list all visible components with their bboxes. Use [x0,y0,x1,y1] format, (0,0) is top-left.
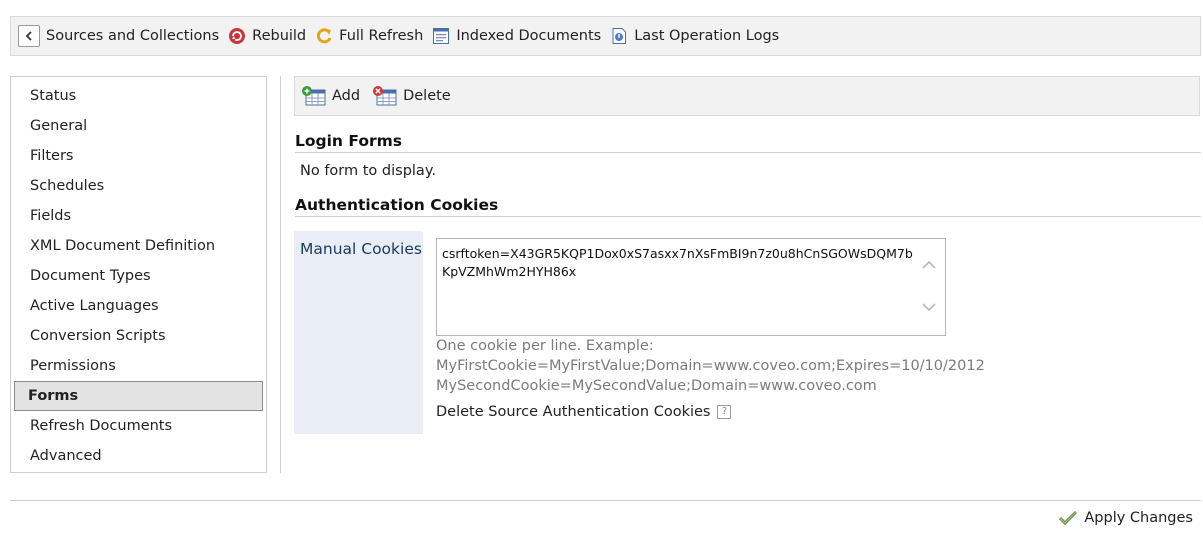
full-refresh-button[interactable]: Full Refresh [314,26,423,46]
delete-table-icon [372,85,398,107]
refresh-icon [314,26,334,46]
manual-cookies-value: csrftoken=X43GR5KQP1Dox0xS7asxx7nXsFmBI9… [442,246,913,279]
delete-label: Delete [403,88,451,104]
log-icon [609,26,629,46]
sidebar-item-schedules[interactable]: Schedules [14,171,263,201]
sidebar-item-advanced[interactable]: Advanced [14,441,263,471]
apply-changes-button[interactable]: Apply Changes [1058,509,1193,527]
full-refresh-label: Full Refresh [339,28,424,44]
manual-cookies-label: Manual Cookies [300,240,422,258]
sidebar-item-conversion-scripts[interactable]: Conversion Scripts [14,321,263,351]
sidebar-item-refresh-documents[interactable]: Refresh Documents [14,411,263,441]
forms-action-bar: Add Delete [294,76,1200,116]
no-forms-message: No form to display. [300,163,436,179]
add-table-icon [301,85,327,107]
cookie-hint-line-1: One cookie per line. Example: [436,338,654,354]
sidebar-item-active-languages[interactable]: Active Languages [14,291,263,321]
sidebar-item-general[interactable]: General [14,111,263,141]
sidebar-item-status[interactable]: Status [14,81,263,111]
cookie-hint-line-2: MyFirstCookie=MyFirstValue;Domain=www.co… [436,358,985,374]
top-toolbar: Sources and Collections Rebuild Full Ref… [10,16,1201,56]
sources-and-collections-button[interactable]: Sources and Collections [18,25,219,47]
add-label: Add [332,88,361,104]
sidebar-item-forms[interactable]: Forms [14,381,263,411]
rebuild-icon [227,26,247,46]
sidebar-item-document-types[interactable]: Document Types [14,261,263,291]
authentication-cookies-heading: Authentication Cookies [295,196,1201,217]
last-operation-logs-button[interactable]: Last Operation Logs [609,26,779,46]
indexed-documents-label: Indexed Documents [456,28,602,44]
last-operation-logs-label: Last Operation Logs [634,28,780,44]
scroll-down-icon[interactable] [921,299,937,315]
back-arrow-icon [18,25,40,47]
rebuild-button[interactable]: Rebuild [227,26,306,46]
sources-and-collections-label: Sources and Collections [46,28,220,44]
document-icon [431,26,451,46]
sidebar-item-xml-document-definition[interactable]: XML Document Definition [14,231,263,261]
sidebar-item-filters[interactable]: Filters [14,141,263,171]
indexed-documents-button[interactable]: Indexed Documents [431,26,601,46]
sidebar-item-fields[interactable]: Fields [14,201,263,231]
sidebar-item-permissions[interactable]: Permissions [14,351,263,381]
manual-cookies-label-cell: Manual Cookies [294,231,423,434]
delete-auth-cookies-label: Delete Source Authentication Cookies [436,404,711,420]
checkmark-icon [1058,509,1078,527]
add-button[interactable]: Add [301,85,360,107]
delete-auth-cookies-link[interactable]: Delete Source Authentication Cookies ? [436,404,732,420]
vertical-divider [280,76,281,473]
cookie-hint-line-3: MySecondCookie=MySecondValue;Domain=www.… [436,378,877,394]
scroll-up-icon[interactable] [921,257,937,273]
delete-button[interactable]: Delete [372,85,451,107]
login-forms-heading: Login Forms [295,132,1201,153]
sidebar-nav: Status General Filters Schedules Fields … [10,76,267,473]
manual-cookies-textarea[interactable]: csrftoken=X43GR5KQP1Dox0xS7asxx7nXsFmBI9… [436,238,946,336]
footer-divider [10,500,1201,501]
apply-changes-label: Apply Changes [1084,510,1193,526]
help-icon[interactable]: ? [717,405,732,419]
rebuild-label: Rebuild [252,28,307,44]
